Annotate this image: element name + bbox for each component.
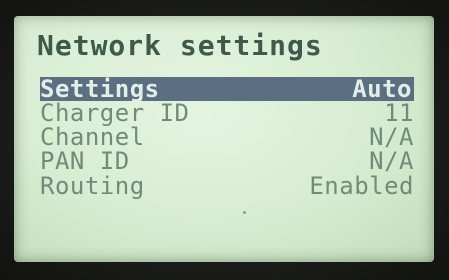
menu-item-label: Settings xyxy=(40,75,160,103)
menu-item-channel[interactable]: Channel N/A xyxy=(40,125,414,149)
menu-item-label: Channel xyxy=(40,123,145,151)
menu-item-label: Routing xyxy=(40,172,145,200)
page-title: Network settings xyxy=(37,29,323,62)
menu-item-value: N/A xyxy=(369,123,414,151)
menu-item-pan-id[interactable]: PAN ID N/A xyxy=(40,149,414,173)
menu-item-charger-id[interactable]: Charger ID 11 xyxy=(40,101,414,125)
menu-item-label: PAN ID xyxy=(40,147,130,175)
screen-speck xyxy=(243,211,246,214)
menu-item-value: Auto xyxy=(352,75,412,103)
menu-item-value: N/A xyxy=(369,147,414,175)
menu-item-label: Charger ID xyxy=(40,99,190,127)
menu-item-value: Enabled xyxy=(309,172,414,200)
menu-item-settings[interactable]: Settings Auto xyxy=(40,77,414,101)
menu-item-value: 11 xyxy=(384,99,414,127)
menu-item-routing[interactable]: Routing Enabled xyxy=(40,174,414,198)
